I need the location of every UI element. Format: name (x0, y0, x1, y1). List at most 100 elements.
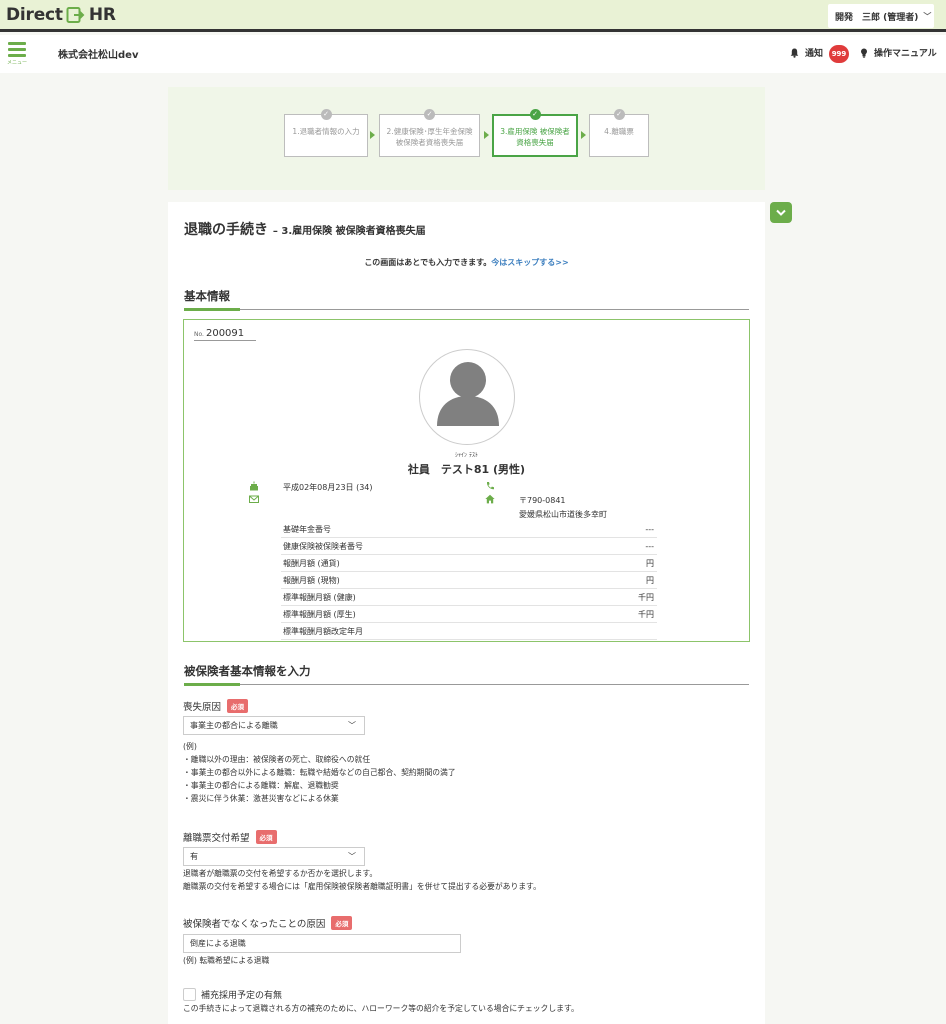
page-title: 退職の手続き – 3.雇用保険 被保険者資格喪失届 (184, 219, 426, 239)
info-row-label: 標準報酬月額 (厚生) (283, 609, 356, 619)
employee-number-label: No. (194, 331, 204, 338)
info-row-value: 千円 (638, 609, 654, 619)
notification-count-badge: 999 (829, 45, 849, 63)
basic-info-heading: 基本情報 (184, 289, 230, 303)
step-2[interactable]: ✓ 2.健康保険･厚生年金保険 被保険者資格喪失届 (379, 109, 480, 157)
select-value: 有 (190, 852, 198, 861)
arrow-right-icon (581, 131, 586, 139)
insurance-info-list: 基礎年金番号 --- 健康保険被保険者番号 --- 報酬月額 (通貨) 円 報酬月額 … (281, 521, 657, 640)
skip-link[interactable]: 今はスキップする>> (491, 258, 568, 267)
separation-slip-help: 退職者が離職票の交付を希望するか否かを選択します。 離職票の交付を希望する場合に… (183, 867, 541, 893)
employee-name: 社員 テスト81 (男性) (407, 463, 526, 476)
person-icon (437, 362, 499, 426)
note-line: ・事業主の都合による離職：解雇、退職勧奨 (183, 781, 339, 790)
replacement-help: この手続きによって退職される方の補充のために、ハローワーク等の紹介を予定している… (183, 1004, 579, 1013)
step-3[interactable]: ✓ 3.雇用保険 被保険者資格喪失届 (492, 109, 578, 157)
required-badge: 必須 (331, 916, 353, 930)
chevron-down-icon: ﹀ (348, 721, 356, 730)
notification-label: 通知 (805, 49, 824, 59)
separation-slip-label: 離職票交付希望 必須 (183, 830, 277, 844)
cake-icon (250, 481, 258, 491)
required-badge: 必須 (227, 699, 249, 713)
chevron-down-icon: ﹀ (348, 852, 356, 861)
section-divider (184, 683, 749, 686)
birth-date: 平成02年08月23日 (34) (283, 483, 373, 492)
lightbulb-icon (861, 47, 867, 58)
note-line: ・離職以外の理由：被保険者の死亡、取締役への就任 (183, 755, 371, 764)
check-icon: ✓ (529, 109, 541, 120)
info-row: 報酬月額 (現物) 円 (281, 572, 657, 589)
replacement-checkbox[interactable] (183, 988, 196, 1001)
note-line: ・震災に伴う休業：激甚災害などによる休業 (183, 794, 339, 803)
sub-header: メニュー 株式会社松山dev 通知 操作マニュアル (0, 35, 946, 73)
menu-label: メニュー (6, 60, 27, 66)
main-card: 退職の手続き – 3.雇用保険 被保険者資格喪失届 この画面はあとでも入力できま… (168, 202, 765, 1024)
collapse-button[interactable] (770, 202, 792, 223)
select-value: 事業主の都合による離職 (190, 721, 278, 730)
insured-info-heading: 被保険者基本情報を入力 (184, 664, 311, 678)
user-name: 開発 三郎 (管理者) (835, 12, 919, 23)
info-row-label: 基礎年金番号 (283, 524, 331, 534)
note-line: 離職票の交付を希望する場合には「雇用保険被保険者離職証明書」を併せて提出する必要… (183, 882, 541, 891)
home-icon (485, 494, 495, 504)
check-icon: ✓ (424, 109, 435, 120)
bell-icon (790, 48, 799, 58)
menu-button[interactable]: メニュー (6, 42, 28, 66)
logo-text-direct: Direct (6, 5, 63, 25)
address: 愛媛県松山市道後多幸町 (519, 510, 607, 519)
logo[interactable]: Direct HR (6, 5, 116, 25)
arrow-right-icon (484, 131, 489, 139)
section-divider (184, 308, 749, 311)
info-row-label: 標準報酬月額改定年月 (283, 626, 363, 636)
separation-slip-select[interactable]: 有 ﹀ (183, 847, 365, 866)
field-label-text: 喪失原因 (183, 702, 222, 713)
info-row: 基礎年金番号 --- (281, 521, 657, 538)
logo-mark-icon (66, 7, 85, 23)
info-row: 標準報酬月額 (厚生) 千円 (281, 606, 657, 623)
chevron-down-icon (776, 209, 786, 216)
check-icon: ✓ (320, 109, 332, 120)
avatar (419, 349, 515, 445)
user-menu[interactable]: 開発 三郎 (管理者) ﹀ (828, 4, 934, 28)
company-name: 株式会社松山dev (58, 50, 139, 61)
arrow-right-icon (370, 131, 375, 139)
employee-kana: ｼｬｲﾝ ﾃｽﾄ (455, 452, 478, 459)
employee-number: No. 200091 (194, 328, 256, 341)
cause-example: (例) 転職希望による退職 (183, 956, 270, 965)
page-title-sub: – 3.雇用保険 被保険者資格喪失届 (272, 226, 426, 237)
loss-reason-label: 喪失原因 必須 (183, 699, 249, 713)
replacement-label[interactable]: 補充採用予定の有無 (201, 988, 282, 1001)
page-title-main: 退職の手続き (184, 222, 268, 238)
info-row: 標準報酬月額改定年月 (281, 623, 657, 640)
cause-label: 被保険者でなくなったことの原因 必須 (183, 916, 353, 930)
step-label: 3.雇用保険 被保険者資格喪失届 (500, 127, 570, 147)
mail-icon (249, 495, 259, 503)
skip-notice: この画面はあとでも入力できます。今はスキップする>> (168, 257, 765, 268)
info-row-value: 円 (646, 558, 654, 568)
loss-reason-examples: (例) ・離職以外の理由：被保険者の死亡、取締役への就任 ・事業主の都合以外によ… (183, 740, 456, 805)
info-row-label: 報酬月額 (通貨) (283, 558, 340, 568)
field-label-text: 被保険者でなくなったことの原因 (183, 919, 326, 930)
postal-code: 〒790-0841 (519, 496, 566, 505)
employee-info-box: No. 200091 ｼｬｲﾝ ﾃｽﾄ 社員 テスト81 (男性) 平成02年08… (183, 319, 750, 642)
step-1[interactable]: ✓ 1.退職者情報の入力 (284, 109, 368, 157)
logo-text-hr: HR (88, 5, 116, 25)
phone-icon (486, 482, 494, 490)
cause-input[interactable]: 倒産による退職 (183, 934, 461, 953)
info-row-label: 報酬月額 (現物) (283, 575, 340, 585)
step-4[interactable]: ✓ 4.離職票 (589, 109, 649, 157)
step-indicator: ✓ 1.退職者情報の入力 ✓ 2.健康保険･厚生年金保険 被保険者資格喪失届 ✓… (168, 87, 765, 190)
manual-link[interactable]: 操作マニュアル (860, 46, 937, 59)
info-row-value: --- (645, 541, 654, 551)
skip-text: この画面はあとでも入力できます。 (364, 258, 492, 267)
info-row-label: 標準報酬月額 (健康) (283, 592, 356, 602)
notification-link[interactable]: 通知 (790, 46, 823, 59)
loss-reason-select[interactable]: 事業主の都合による離職 ﹀ (183, 716, 365, 735)
note-line: (例) (183, 742, 197, 751)
chevron-down-icon: ﹀ (923, 11, 932, 21)
note-line: 退職者が離職票の交付を希望するか否かを選択します。 (183, 869, 378, 878)
info-row: 標準報酬月額 (健康) 千円 (281, 589, 657, 606)
manual-label: 操作マニュアル (874, 49, 937, 59)
info-row-label: 健康保険被保険者番号 (283, 541, 363, 551)
top-bar: Direct HR 開発 三郎 (管理者) ﹀ (0, 0, 946, 32)
